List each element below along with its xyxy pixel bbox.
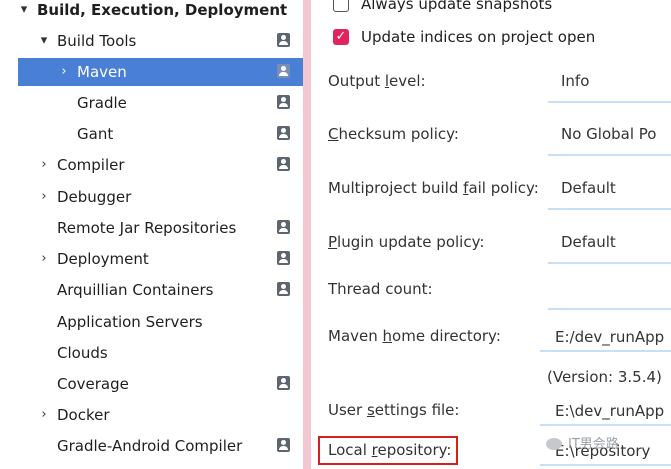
project-level-icon xyxy=(277,157,290,171)
tree-item-label: Deployment xyxy=(57,250,149,268)
watermark: IT男会路 xyxy=(546,432,656,458)
tree-item-label: Build Tools xyxy=(57,32,137,50)
tree-item-label: Application Servers xyxy=(57,313,203,331)
panel-splitter[interactable] xyxy=(303,0,311,469)
tree-item-label: Coverage xyxy=(57,375,129,393)
maven-home-directory-label: Maven home directory: xyxy=(328,327,501,345)
tree-item-label: Clouds xyxy=(57,344,108,362)
tree-item-label: Docker xyxy=(57,406,110,424)
chevron-right-icon[interactable]: › xyxy=(37,245,51,273)
multiproject-fail-policy-label: Multiproject build fail policy: xyxy=(328,179,539,197)
project-level-icon xyxy=(277,220,290,234)
user-settings-file-field[interactable]: E:\dev_runApp xyxy=(540,396,671,426)
output-level-dropdown[interactable]: Info xyxy=(548,59,671,103)
update-indices-checkbox[interactable]: ✓ xyxy=(333,29,349,45)
checksum-policy-label: Checksum policy: xyxy=(328,125,459,143)
chevron-down-icon[interactable]: ▾ xyxy=(17,0,31,24)
tree-item-gradle-android-compiler[interactable]: Gradle-Android Compiler xyxy=(0,432,300,460)
always-update-snapshots-label: Always update snapshots xyxy=(361,0,553,13)
tree-item-label: Maven xyxy=(77,63,127,81)
tree-item-label: Debugger xyxy=(57,188,132,206)
tree-item-maven[interactable]: › Maven xyxy=(18,58,314,86)
maven-version-text: (Version: 3.5.4) xyxy=(547,368,662,386)
project-level-icon xyxy=(277,33,290,47)
project-level-icon xyxy=(277,376,290,390)
wechat-icon xyxy=(546,438,562,450)
chevron-right-icon[interactable]: › xyxy=(37,183,51,211)
project-level-icon xyxy=(277,64,290,78)
tree-item-label: Remote Jar Repositories xyxy=(57,219,237,237)
tree-item-label: Build, Execution, Deployment xyxy=(37,1,288,19)
thread-count-label: Thread count: xyxy=(328,280,433,298)
tree-item-deployment[interactable]: › Deployment xyxy=(0,245,300,273)
tree-item-label: Gant xyxy=(77,125,114,143)
maven-home-directory-field[interactable]: E:/dev_runApp xyxy=(540,322,671,352)
multiproject-fail-policy-dropdown[interactable]: Default xyxy=(548,166,671,210)
tree-item-build-tools[interactable]: ▾ Build Tools xyxy=(0,27,300,55)
user-settings-file-label: User settings file: xyxy=(328,401,460,419)
tree-item-clouds[interactable]: Clouds xyxy=(0,339,300,367)
tree-item-gant[interactable]: Gant xyxy=(0,120,300,148)
tree-item-arquillian-containers[interactable]: Arquillian Containers xyxy=(0,276,300,304)
chevron-right-icon[interactable]: › xyxy=(37,401,51,429)
thread-count-input[interactable] xyxy=(548,266,671,310)
chevron-down-icon[interactable]: ▾ xyxy=(37,27,51,55)
watermark-text: IT男会路 xyxy=(568,437,619,452)
tree-item-coverage[interactable]: Coverage xyxy=(0,370,300,398)
tree-item-docker[interactable]: › Docker xyxy=(0,401,300,429)
tree-item-gradle[interactable]: Gradle xyxy=(0,89,300,117)
chevron-right-icon[interactable]: › xyxy=(37,151,51,179)
project-level-icon xyxy=(277,126,290,140)
tree-item-build-execution-deployment[interactable]: ▾ Build, Execution, Deployment xyxy=(0,0,300,24)
chevron-right-icon[interactable]: › xyxy=(57,58,71,86)
tree-item-label: Arquillian Containers xyxy=(57,281,214,299)
plugin-update-policy-dropdown[interactable]: Default xyxy=(548,220,671,264)
checksum-policy-dropdown[interactable]: No Global Po xyxy=(548,112,671,156)
tree-item-remote-jar-repositories[interactable]: Remote Jar Repositories xyxy=(0,214,300,242)
tree-item-label: Gradle-Android Compiler xyxy=(57,437,243,455)
project-level-icon xyxy=(277,438,290,452)
local-repository-highlight xyxy=(318,436,458,465)
project-level-icon xyxy=(277,95,290,109)
project-level-icon xyxy=(277,251,290,265)
settings-tree: ▾ Build, Execution, Deployment ▾ Build T… xyxy=(0,0,314,469)
tree-item-application-servers[interactable]: Application Servers xyxy=(0,308,300,336)
project-level-icon xyxy=(277,282,290,296)
always-update-snapshots-checkbox[interactable] xyxy=(333,0,349,12)
output-level-label: Output level: xyxy=(328,72,426,90)
plugin-update-policy-label: Plugin update policy: xyxy=(328,233,485,251)
update-indices-label: Update indices on project open xyxy=(361,28,596,46)
tree-item-label: Compiler xyxy=(57,156,125,174)
tree-item-debugger[interactable]: › Debugger xyxy=(0,183,300,211)
tree-item-compiler[interactable]: › Compiler xyxy=(0,151,300,179)
maven-settings-panel: Always update snapshots ✓ Update indices… xyxy=(311,0,671,469)
tree-item-label: Gradle xyxy=(77,94,127,112)
